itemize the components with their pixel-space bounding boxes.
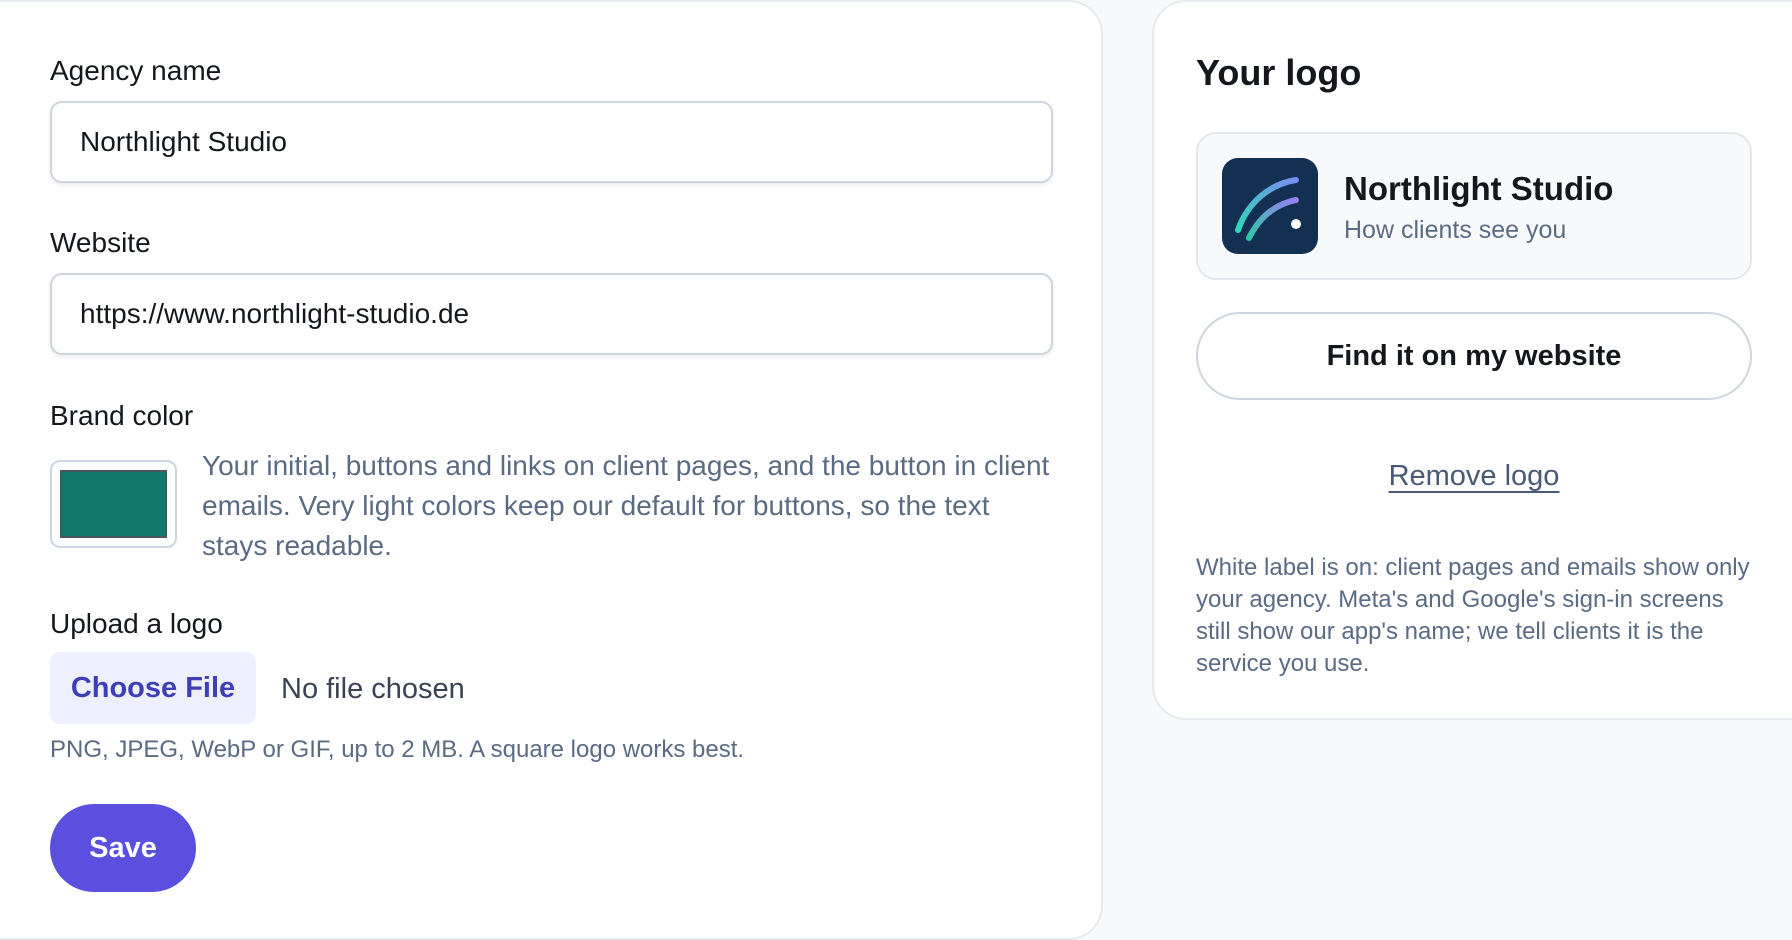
- find-logo-on-website-button[interactable]: Find it on my website: [1196, 312, 1752, 400]
- no-file-chosen-text: No file chosen: [281, 673, 465, 705]
- logo-card: Your logo Northlight Studio How clients …: [1152, 0, 1792, 720]
- brand-color-picker[interactable]: [50, 460, 177, 548]
- website-label: Website: [50, 227, 151, 258]
- white-label-note: White label is on: client pages and emai…: [1196, 554, 1750, 677]
- northlight-logo-icon: [1235, 177, 1301, 241]
- brand-color-swatch: [60, 470, 167, 538]
- logo-card-title: Your logo: [1196, 52, 1362, 93]
- choose-file-button[interactable]: Choose File: [50, 652, 256, 724]
- brand-color-help-text: Your initial, buttons and links on clien…: [202, 450, 1050, 561]
- save-button[interactable]: Save: [50, 804, 196, 892]
- brand-color-label: Brand color: [50, 400, 194, 431]
- agency-name-input[interactable]: [50, 101, 1053, 183]
- preview-agency-name: Northlight Studio: [1344, 170, 1614, 207]
- agency-settings-card: Agency name Website Brand color Your ini…: [0, 0, 1103, 940]
- logo-preview: Northlight Studio How clients see you: [1196, 132, 1752, 280]
- agency-logo-image: [1222, 158, 1318, 254]
- upload-hint-text: PNG, JPEG, WebP or GIF, up to 2 MB. A sq…: [50, 736, 745, 763]
- agency-name-label: Agency name: [50, 55, 222, 86]
- upload-logo-label: Upload a logo: [50, 608, 223, 639]
- website-input[interactable]: [50, 273, 1053, 355]
- remove-logo-link[interactable]: Remove logo: [1154, 460, 1792, 493]
- preview-subtitle: How clients see you: [1344, 216, 1567, 244]
